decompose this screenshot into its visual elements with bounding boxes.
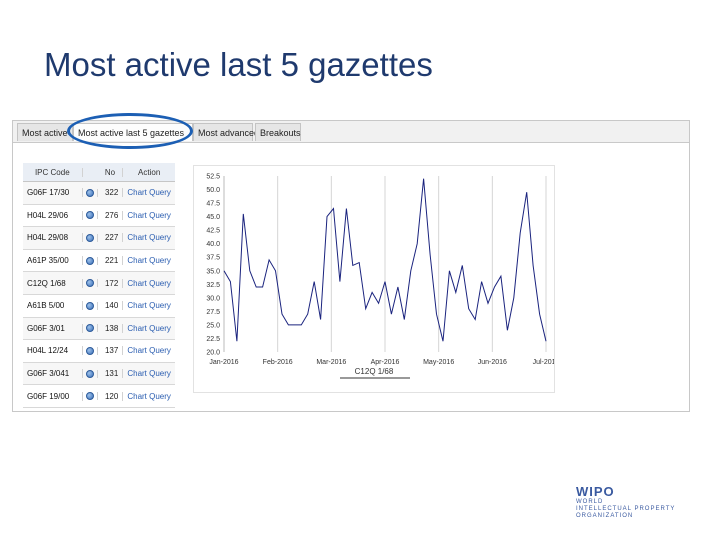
cell-ipc: C12Q 1/68	[23, 278, 83, 288]
y-tick-label: 20.0	[206, 350, 220, 357]
chart-query-link[interactable]: Chart Query	[123, 256, 175, 265]
chart-query-link[interactable]: Chart Query	[123, 233, 175, 242]
cell-ipc: G06F 19/00	[23, 391, 83, 401]
line-chart: Jan-2016 Feb-2016 Mar-2016 Apr-2016 May-2016…	[206, 174, 560, 379]
cell-no: 140	[98, 301, 124, 311]
tab-most-advanced[interactable]: Most advanced	[193, 123, 259, 141]
cell-ipc: H04L 29/08	[23, 233, 83, 243]
cell-ipc: H04L 12/24	[23, 346, 83, 356]
table-body: G06F 17/30 322 Chart Query H04L 29/06 276 Cha…	[23, 182, 175, 408]
table-row: H04L 29/06 276 Chart Query	[23, 205, 175, 228]
cell-ipc: A61B 5/00	[23, 301, 83, 311]
table-row: H04L 12/24 137 Chart Query	[23, 340, 175, 363]
x-tick-label: Feb-2016	[263, 359, 293, 366]
chart-query-link[interactable]: Chart Query	[123, 301, 175, 310]
chart-query-link[interactable]: Chart Query	[123, 279, 175, 288]
globe-icon[interactable]	[83, 256, 98, 265]
x-tick-label: Jan-2016	[209, 359, 238, 366]
y-tick-label: 42.5	[206, 228, 220, 235]
cell-ipc: G06F 3/041	[23, 369, 83, 379]
ipc-table: IPC Code No Action G06F 17/30 322 Chart Qu…	[23, 163, 175, 408]
x-tick-label: Jul-2016	[533, 359, 554, 366]
logo-name: WIPO	[576, 484, 615, 499]
x-tick-label: May-2016	[423, 359, 454, 366]
y-tick-label: 35.0	[206, 268, 220, 275]
cell-ipc: G06F 3/01	[23, 323, 83, 333]
chart-query-link[interactable]: Chart Query	[123, 188, 175, 197]
col-header-action[interactable]: Action	[123, 168, 175, 177]
tab-breakouts[interactable]: Breakouts	[255, 123, 301, 141]
y-tick-label: 25.0	[206, 322, 220, 329]
logo-sub-1: WORLD	[576, 499, 604, 505]
y-tick-label: 22.5	[206, 336, 220, 343]
cell-ipc: A61P 35/00	[23, 256, 83, 266]
slide-title: Most active last 5 gazettes	[44, 46, 433, 83]
col-header-ipc[interactable]: IPC Code	[23, 167, 83, 177]
globe-icon[interactable]	[83, 188, 98, 197]
cell-no: 227	[98, 233, 124, 243]
globe-icon[interactable]	[83, 279, 98, 288]
chart-query-link[interactable]: Chart Query	[123, 211, 175, 220]
cell-no: 137	[98, 346, 124, 356]
chart-query-link[interactable]: Chart Query	[123, 324, 175, 333]
tab-most-active-last-5-gazettes[interactable]: Most active last 5 gazettes	[73, 123, 193, 141]
y-tick-label: 50.0	[206, 187, 220, 194]
y-tick-label: 40.0	[206, 241, 220, 248]
cell-ipc: G06F 17/30	[23, 188, 83, 198]
y-tick-label: 52.5	[206, 174, 220, 181]
x-axis-label: C12Q 1/68	[355, 367, 394, 376]
col-header-no[interactable]: No	[98, 167, 124, 177]
globe-icon[interactable]	[83, 346, 98, 355]
cell-no: 276	[98, 210, 124, 220]
y-tick-label: 37.5	[206, 255, 220, 262]
y-tick-label: 32.5	[206, 282, 220, 289]
table-row: G06F 3/041 131 Chart Query	[23, 362, 175, 386]
y-tick-label: 47.5	[206, 201, 220, 208]
cell-ipc: H04L 29/06	[23, 210, 83, 220]
globe-icon[interactable]	[83, 211, 98, 220]
globe-icon[interactable]	[83, 324, 98, 333]
cell-no: 120	[98, 391, 124, 401]
table-row: C12Q 1/68 172 Chart Query	[23, 272, 175, 295]
y-tick-label: 45.0	[206, 214, 220, 221]
cell-no: 221	[98, 256, 124, 266]
table-row: G06F 3/01 138 Chart Query	[23, 317, 175, 341]
table-row: A61P 35/00 221 Chart Query	[23, 250, 175, 273]
x-tick-label: Jun-2016	[478, 359, 507, 366]
chart-container: Jan-2016 Feb-2016 Mar-2016 Apr-2016 May-2016…	[193, 165, 560, 393]
logo-sub-3: ORGANIZATION	[576, 513, 634, 519]
globe-icon[interactable]	[83, 301, 98, 310]
tab-most-active[interactable]: Most active	[17, 123, 73, 141]
chart-query-link[interactable]: Chart Query	[123, 346, 175, 355]
y-tick-label: 30.0	[206, 295, 220, 302]
chart-query-link[interactable]: Chart Query	[123, 369, 175, 378]
table-row: A61B 5/00 140 Chart Query	[23, 295, 175, 318]
globe-icon[interactable]	[83, 392, 98, 401]
table-row: G06F 17/30 322 Chart Query	[23, 182, 175, 205]
logo-sub-2: INTELLECTUAL PROPERTY	[576, 506, 676, 512]
cell-no: 172	[98, 278, 124, 288]
globe-icon[interactable]	[83, 233, 98, 242]
cell-no: 138	[98, 323, 124, 333]
x-tick-label: Apr-2016	[371, 359, 400, 366]
cell-no: 131	[98, 369, 124, 379]
globe-icon[interactable]	[83, 369, 98, 378]
table-header: IPC Code No Action	[23, 163, 175, 182]
cell-no: 322	[98, 188, 124, 198]
x-tick-label: Mar-2016	[316, 359, 346, 366]
wipo-logo: WIPO WORLD INTELLECTUAL PROPERTY ORGANIZ…	[576, 484, 675, 520]
table-row: H04L 29/08 227 Chart Query	[23, 227, 175, 250]
tab-bar: Most active Most active last 5 gazettes …	[13, 113, 689, 149]
dashboard-panel: Most active Most active last 5 gazettes …	[12, 113, 690, 412]
chart-query-link[interactable]: Chart Query	[123, 392, 175, 401]
table-row: G06F 19/00 120 Chart Query	[23, 385, 175, 408]
y-tick-label: 27.5	[206, 309, 220, 316]
